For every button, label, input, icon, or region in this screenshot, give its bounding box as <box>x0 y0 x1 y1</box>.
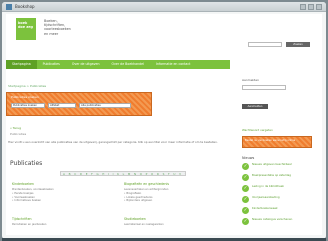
news-item[interactable]: ✓ Boekpresentatie op zaterdag <box>242 173 316 181</box>
nav-item-contact[interactable]: Informatie en contact <box>150 60 196 69</box>
news-item-text[interactable]: Voorjaarsaanbieding <box>252 195 280 200</box>
title-bar: Bookshop <box>2 2 326 12</box>
category-link[interactable]: Studieboeken <box>124 217 218 221</box>
check-icon: ✓ <box>242 174 249 181</box>
nav-item-over-uitgaven[interactable]: Over de uitgaven <box>66 60 106 69</box>
category-line[interactable]: • Informatieve boeken <box>12 199 106 203</box>
order-promo-banner[interactable]: Bestel nu uw boeken eenvoudig online <box>242 136 312 148</box>
site-tagline: Boeken, tijdschriften, voorleesboeken en… <box>44 19 71 36</box>
news-item-text[interactable]: Nieuwe catalogus verschenen <box>252 217 292 222</box>
page-title: Publicaties <box>10 160 43 167</box>
main-nav: Startpagina Publicaties Over de uitgaven… <box>6 60 230 69</box>
check-icon: ✓ <box>242 185 249 192</box>
check-icon: ✓ <box>242 163 249 170</box>
current-page-label: Publicaties <box>10 132 27 136</box>
browser-window: Bookshop boek doe zeg Boeken, tijdschrif… <box>2 2 326 239</box>
maximize-button[interactable] <box>308 3 314 10</box>
news-item[interactable]: ✓ Nieuwe catalogus verschenen <box>242 217 316 225</box>
login-button[interactable]: Aanmelden <box>242 104 268 109</box>
category-line[interactable]: • Bijzondere uitgaven <box>124 199 218 203</box>
site-header: boek doe zeg Boeken, tijdschriften, voor… <box>6 14 322 54</box>
forgot-password-link[interactable]: Wachtwoord vergeten <box>242 128 316 132</box>
category-line: Periodieken en jaarboeken <box>12 223 47 226</box>
login-input[interactable] <box>242 85 286 90</box>
news-item-text[interactable]: Boekpresentatie op zaterdag <box>252 173 291 178</box>
tagline-line: voorleesboeken <box>44 27 71 32</box>
news-item[interactable]: ✓ Kinderboekenweek <box>242 206 316 214</box>
category-link[interactable]: Kinderboeken <box>12 182 106 186</box>
search-input[interactable] <box>248 42 282 47</box>
type-select[interactable]: Publicaties zoeken <box>11 103 45 108</box>
minimize-button[interactable] <box>300 3 306 10</box>
category-column: Studieboeken Lesmateriaal en naslagwerke… <box>124 217 218 227</box>
back-link[interactable]: « Terug <box>10 126 21 130</box>
news-heading: Nieuws <box>242 156 255 160</box>
search-button[interactable]: Zoeken <box>286 42 310 47</box>
search-panel-row: Publicaties zoeken Alfabet Alle publicat… <box>11 103 131 108</box>
sort-select[interactable]: Alfabet <box>48 103 76 108</box>
sidebar: Aanmelden Aanmelden Wachtwoord vergeten … <box>242 78 316 229</box>
category-column: Kinderboeken Prentenboeken, voorleesboek… <box>12 182 106 203</box>
tagline-line: en meer <box>44 31 59 36</box>
news-item-text[interactable]: Lezing in de bibliotheek <box>252 184 284 189</box>
news-item[interactable]: ✓ Lezing in de bibliotheek <box>242 184 316 192</box>
close-button[interactable] <box>316 3 322 10</box>
search-panel-label: Publicaties zoeken <box>11 95 39 99</box>
news-item[interactable]: ✓ Voorjaarsaanbieding <box>242 195 316 203</box>
category-column: Biografieën en geschiedenis Levensverhal… <box>124 182 218 203</box>
category-link[interactable]: Tijdschriften <box>12 217 106 221</box>
login-label: Aanmelden <box>242 78 260 82</box>
news-item-text[interactable]: Nieuwe uitgaven beschikbaar <box>252 162 292 167</box>
news-item-text[interactable]: Kinderboekenweek <box>252 206 278 211</box>
app-icon <box>6 3 12 10</box>
check-icon: ✓ <box>242 218 249 225</box>
category-link[interactable]: Biografieën en geschiedenis <box>124 182 218 186</box>
window-title: Bookshop <box>15 4 35 9</box>
breadcrumb[interactable]: Startpagina > Publicaties <box>8 84 46 88</box>
category-line: Lesmateriaal en naslagwerken <box>124 223 164 226</box>
alphabet-index[interactable]: A B C D E F G H I J K L M N O P Q R S T … <box>60 171 186 176</box>
category-select[interactable]: Alle publicaties <box>79 103 131 108</box>
category-column: Tijdschriften Periodieken en jaarboeken <box>12 217 106 227</box>
site-logo[interactable]: boek doe zeg <box>16 18 36 40</box>
window-controls <box>300 3 322 10</box>
intro-text: Hier vindt u een overzicht van alle publ… <box>8 140 218 144</box>
nav-item-publicaties[interactable]: Publicaties <box>37 60 66 69</box>
check-icon: ✓ <box>242 207 249 214</box>
nav-item-over-boekhandel[interactable]: Over de Boekhandel <box>106 60 151 69</box>
news-item[interactable]: ✓ Nieuwe uitgaven beschikbaar <box>242 162 316 170</box>
publication-search-panel: Publicaties zoeken Publicaties zoeken Al… <box>6 92 152 116</box>
check-icon: ✓ <box>242 196 249 203</box>
nav-item-startpagina[interactable]: Startpagina <box>6 60 37 69</box>
